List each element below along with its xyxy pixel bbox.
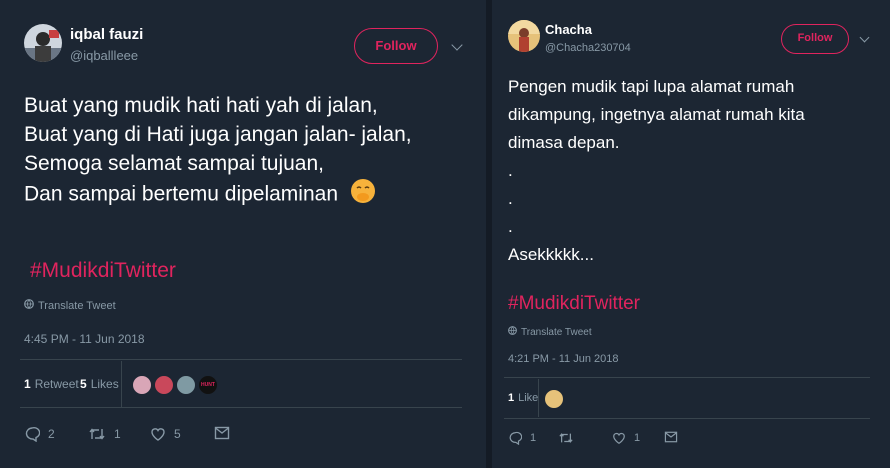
hashtag-link[interactable]: #MudikdiTwitter bbox=[508, 293, 640, 315]
screenshot: iqbal fauzi @iqballleee Follow Buat yang… bbox=[0, 0, 890, 468]
tweet-line: dimasa depan. bbox=[508, 133, 620, 152]
chevron-down-icon[interactable] bbox=[451, 39, 463, 51]
liker-avatar[interactable] bbox=[154, 375, 174, 395]
divider bbox=[504, 418, 870, 419]
tweet-line: dikampung, ingetnya alamat rumah kita bbox=[508, 105, 805, 124]
display-name[interactable]: Chacha bbox=[545, 22, 592, 37]
tweet-line: Semoga selamat sampai tujuan, bbox=[24, 152, 324, 175]
avatar[interactable] bbox=[508, 20, 540, 52]
divider bbox=[504, 377, 870, 378]
user-handle[interactable]: @Chacha230704 bbox=[545, 42, 631, 54]
divider bbox=[20, 359, 462, 360]
translate-tweet-link[interactable]: Translate Tweet bbox=[24, 299, 116, 312]
avatar[interactable] bbox=[24, 24, 62, 62]
user-handle[interactable]: @iqballleee bbox=[70, 48, 138, 63]
divider bbox=[20, 407, 462, 408]
message-button[interactable] bbox=[664, 431, 678, 443]
like-button[interactable]: 1 bbox=[612, 431, 640, 445]
divider bbox=[538, 379, 539, 417]
tweet-text: Pengen mudik tapi lupa alamat rumah dika… bbox=[508, 73, 805, 269]
message-button[interactable] bbox=[214, 426, 230, 440]
tweet-line: Pengen mudik tapi lupa alamat rumah bbox=[508, 77, 795, 96]
retweet-icon bbox=[89, 428, 105, 440]
tweet-line: Buat yang mudik hati hati yah di jalan, bbox=[24, 94, 378, 117]
tweet-card-1[interactable]: iqbal fauzi @iqballleee Follow Buat yang… bbox=[0, 0, 486, 468]
translate-tweet-link[interactable]: Translate Tweet bbox=[508, 326, 592, 338]
likes-stat[interactable]: 5 Likes bbox=[80, 377, 119, 391]
tweet-line: . bbox=[508, 217, 513, 236]
like-icon bbox=[613, 432, 625, 444]
retweet-stat[interactable]: 1 Retweet bbox=[24, 377, 79, 391]
tweet-timestamp[interactable]: 4:45 PM - 11 Jun 2018 bbox=[24, 332, 145, 346]
reply-button[interactable]: 2 bbox=[24, 426, 55, 442]
tweet-text: Buat yang mudik hati hati yah di jalan, … bbox=[24, 91, 412, 212]
face-emoji-icon bbox=[350, 178, 376, 212]
liker-avatar[interactable]: HUNT bbox=[198, 375, 218, 395]
tweet-timestamp[interactable]: 4:21 PM - 11 Jun 2018 bbox=[508, 353, 618, 365]
follow-button[interactable]: Follow bbox=[354, 28, 438, 64]
display-name[interactable]: iqbal fauzi bbox=[70, 26, 143, 43]
liker-avatar[interactable] bbox=[544, 389, 564, 409]
retweet-icon bbox=[559, 433, 573, 443]
tweet-line: Asekkkkk... bbox=[508, 245, 594, 264]
message-icon bbox=[214, 426, 230, 440]
follow-button[interactable]: Follow bbox=[781, 24, 849, 54]
retweet-button[interactable] bbox=[558, 431, 582, 445]
tweet-card-2[interactable]: Chacha @Chacha230704 Follow Pengen mudik… bbox=[492, 0, 890, 468]
likes-stat[interactable]: 1 Like bbox=[508, 392, 538, 404]
tweet-line: . bbox=[508, 189, 513, 208]
reply-icon bbox=[25, 426, 40, 442]
globe-icon bbox=[508, 326, 517, 338]
tweet-line: Buat yang di Hati juga jangan jalan- jal… bbox=[24, 123, 412, 146]
retweet-button[interactable]: 1 bbox=[88, 426, 121, 442]
tweet-line-with-emoji: Dan sampai bertemu dipelaminan bbox=[24, 178, 412, 212]
chevron-down-icon[interactable] bbox=[859, 32, 870, 43]
like-icon bbox=[151, 428, 165, 441]
reply-icon bbox=[509, 431, 522, 445]
liker-avatar[interactable] bbox=[132, 375, 152, 395]
reply-button[interactable]: 1 bbox=[508, 431, 536, 445]
liker-avatar[interactable] bbox=[176, 375, 196, 395]
divider bbox=[121, 361, 122, 407]
hashtag-link[interactable]: #MudikdiTwitter bbox=[30, 259, 176, 283]
message-icon bbox=[664, 431, 678, 443]
like-button[interactable]: 5 bbox=[150, 426, 181, 442]
globe-icon bbox=[24, 299, 34, 312]
tweet-line: . bbox=[508, 161, 513, 180]
